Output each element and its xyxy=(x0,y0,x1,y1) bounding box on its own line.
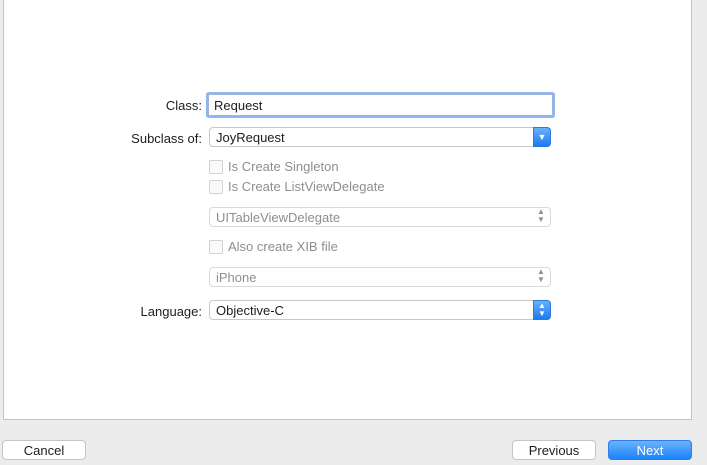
chevron-down-icon[interactable]: ▼ xyxy=(533,127,551,147)
listview-label: Is Create ListViewDelegate xyxy=(228,179,385,194)
device-value: iPhone xyxy=(216,270,257,285)
xib-label: Also create XIB file xyxy=(228,239,338,254)
class-label: Class: xyxy=(165,98,202,113)
up-down-stepper-icon: ▲ ▼ xyxy=(537,207,545,224)
singleton-label: Is Create Singleton xyxy=(228,159,339,174)
language-label: Language: xyxy=(140,304,202,319)
up-down-stepper-icon: ▲ ▼ xyxy=(537,267,545,284)
xib-checkbox[interactable] xyxy=(209,240,223,254)
delegate-popup[interactable]: UITableViewDelegate ▲ ▼ xyxy=(209,207,551,227)
class-input[interactable] xyxy=(209,96,544,114)
next-button[interactable]: Next xyxy=(608,440,692,460)
up-down-stepper-icon[interactable]: ▲ ▼ xyxy=(533,300,551,320)
previous-button[interactable]: Previous xyxy=(512,440,596,460)
subclass-combobox[interactable]: JoyRequest ▼ xyxy=(209,127,551,147)
listview-checkbox[interactable] xyxy=(209,180,223,194)
cancel-button[interactable]: Cancel xyxy=(2,440,86,460)
singleton-checkbox[interactable] xyxy=(209,160,223,174)
class-field[interactable] xyxy=(208,94,553,116)
subclass-label: Subclass of: xyxy=(131,131,202,146)
device-popup[interactable]: iPhone ▲ ▼ xyxy=(209,267,551,287)
language-popup[interactable]: Objective-C ▲ ▼ xyxy=(209,300,551,320)
subclass-value: JoyRequest xyxy=(216,130,285,145)
language-value: Objective-C xyxy=(216,303,284,318)
delegate-value: UITableViewDelegate xyxy=(216,210,341,225)
